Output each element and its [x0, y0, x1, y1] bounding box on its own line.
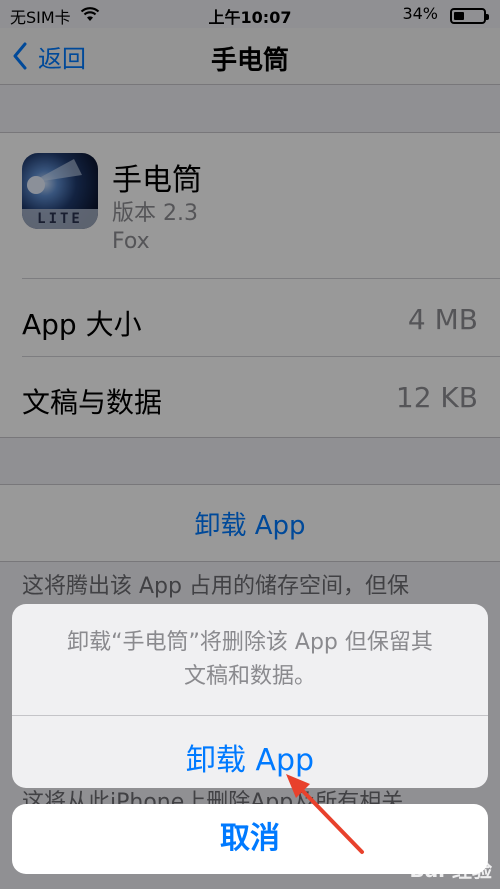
action-sheet-message-line: 卸载“手电筒”将删除该 App 但保留其	[67, 630, 433, 655]
divider	[12, 715, 488, 716]
action-sheet-message: 卸载“手电筒”将删除该 App 但保留其 文稿和数据。	[32, 626, 468, 694]
watermark: Bai 经验	[409, 858, 492, 882]
action-sheet: 卸载“手电筒”将删除该 App 但保留其 文稿和数据。 卸载 App	[12, 604, 488, 788]
confirm-offload-button[interactable]: 卸载 App	[12, 735, 488, 779]
action-sheet-message-line: 文稿和数据。	[183, 664, 316, 689]
